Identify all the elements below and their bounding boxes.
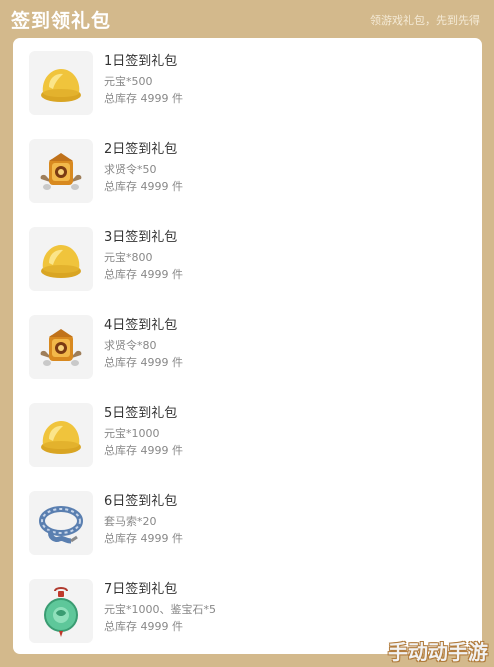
gift-stock: 总库存 4999 件 xyxy=(104,92,183,105)
gift-thumbnail xyxy=(29,579,93,643)
gift-reward: 元宝*500 xyxy=(104,75,153,88)
gift-stock: 总库存 4999 件 xyxy=(104,180,183,193)
gift-thumbnail xyxy=(29,51,93,115)
gift-name: 7日签到礼包 xyxy=(104,582,178,597)
gift-item-day-5[interactable]: 5日签到礼包 元宝*1000 总库存 4999 件 xyxy=(29,403,469,469)
gift-name: 2日签到礼包 xyxy=(104,142,178,157)
gift-list-card: 1日签到礼包 元宝*500 总库存 4999 件 2日签到礼包 求贤令*50 总… xyxy=(13,38,482,654)
site-watermark: 手动动手游 xyxy=(388,640,488,664)
page-header: 签到领礼包 领游戏礼包，先到先得 xyxy=(0,0,494,38)
gift-name: 6日签到礼包 xyxy=(104,494,178,509)
gift-name: 3日签到礼包 xyxy=(104,230,178,245)
gift-name: 1日签到礼包 xyxy=(104,54,178,69)
page-title: 签到领礼包 xyxy=(11,10,112,32)
recruit-token-icon xyxy=(40,153,82,190)
gift-stock: 总库存 4999 件 xyxy=(104,268,183,281)
gift-item-day-6[interactable]: 6日签到礼包 套马索*20 总库存 4999 件 xyxy=(29,491,469,557)
gift-thumbnail xyxy=(29,227,93,291)
gift-stock: 总库存 4999 件 xyxy=(104,620,183,633)
gift-stock: 总库存 4999 件 xyxy=(104,532,183,545)
gift-item-day-1[interactable]: 1日签到礼包 元宝*500 总库存 4999 件 xyxy=(29,51,469,117)
gift-reward: 求贤令*80 xyxy=(104,339,157,352)
lasso-icon xyxy=(39,506,83,544)
gift-reward: 套马索*20 xyxy=(104,515,157,528)
jade-pendant-icon xyxy=(44,587,78,637)
gift-stock: 总库存 4999 件 xyxy=(104,356,183,369)
gift-thumbnail xyxy=(29,315,93,379)
gold-ingot-icon xyxy=(41,421,81,454)
gift-item-day-2[interactable]: 2日签到礼包 求贤令*50 总库存 4999 件 xyxy=(29,139,469,205)
gold-ingot-icon xyxy=(41,245,81,278)
gold-ingot-icon xyxy=(41,69,81,102)
gift-reward: 求贤令*50 xyxy=(104,163,157,176)
recruit-token-icon xyxy=(40,329,82,366)
page-subtitle: 领游戏礼包，先到先得 xyxy=(370,14,480,27)
gift-reward: 元宝*800 xyxy=(104,251,153,264)
gift-reward: 元宝*1000 xyxy=(104,427,160,440)
gift-stock: 总库存 4999 件 xyxy=(104,444,183,457)
gift-name: 4日签到礼包 xyxy=(104,318,178,333)
gift-name: 5日签到礼包 xyxy=(104,406,178,421)
gift-thumbnail xyxy=(29,139,93,203)
gift-item-day-4[interactable]: 4日签到礼包 求贤令*80 总库存 4999 件 xyxy=(29,315,469,381)
gift-thumbnail xyxy=(29,491,93,555)
gift-thumbnail xyxy=(29,403,93,467)
gift-item-day-3[interactable]: 3日签到礼包 元宝*800 总库存 4999 件 xyxy=(29,227,469,293)
gift-reward: 元宝*1000、鉴宝石*5 xyxy=(104,603,216,616)
